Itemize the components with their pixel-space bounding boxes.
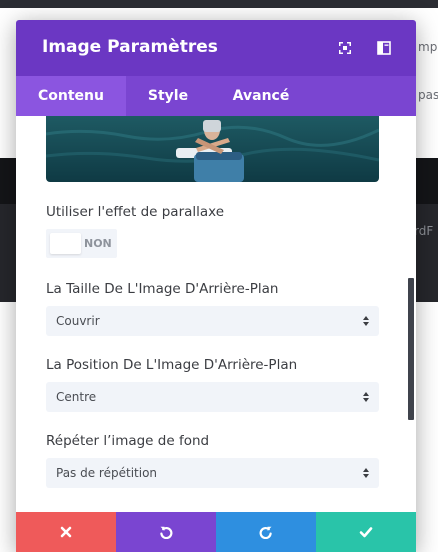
modal-tabs: Contenu Style Avancé <box>16 76 416 116</box>
background-text: mp <box>418 40 438 54</box>
cancel-button[interactable] <box>16 512 116 552</box>
modal-header: Image Paramètres <box>16 20 416 76</box>
split-view-icon[interactable] <box>375 39 393 57</box>
bg-size-select[interactable]: Couvrir <box>46 306 379 336</box>
modal-title: Image Paramètres <box>42 37 218 57</box>
select-value: Couvrir <box>56 314 100 328</box>
bg-size-label: La Taille De L'Image D'Arrière-Plan <box>46 281 279 297</box>
bg-repeat-select[interactable]: Pas de répétition <box>46 458 379 488</box>
bg-position-label: La Position De L'Image D'Arrière-Plan <box>46 357 298 373</box>
redo-button[interactable] <box>216 512 316 552</box>
image-settings-modal: Image Paramètres Contenu Style Avancé Ut… <box>16 20 416 552</box>
background-top-bar <box>0 0 438 8</box>
select-arrows-icon <box>363 316 369 326</box>
parallax-toggle[interactable]: NON <box>46 229 117 258</box>
undo-icon <box>160 526 173 539</box>
toggle-knob <box>50 233 81 254</box>
select-value: Centre <box>56 390 97 404</box>
save-button[interactable] <box>316 512 416 552</box>
check-icon <box>359 527 373 538</box>
tab-style[interactable]: Style <box>126 76 210 116</box>
background-image-preview <box>46 116 379 182</box>
undo-button[interactable] <box>116 512 216 552</box>
close-icon <box>60 526 72 538</box>
bg-position-select[interactable]: Centre <box>46 382 379 412</box>
parallax-label: Utiliser l'effet de parallaxe <box>46 204 225 220</box>
redo-icon <box>259 526 272 539</box>
modal-footer <box>16 512 416 552</box>
tab-avance[interactable]: Avancé <box>210 76 312 116</box>
modal-content: Utiliser l'effet de parallaxe NON La Tai… <box>16 116 416 512</box>
select-value: Pas de répétition <box>56 466 158 480</box>
toggle-state: NON <box>84 237 112 250</box>
tab-contenu[interactable]: Contenu <box>16 76 126 116</box>
expand-icon[interactable] <box>336 39 354 57</box>
select-arrows-icon <box>363 392 369 402</box>
background-text: rdF <box>414 224 434 238</box>
select-arrows-icon <box>363 468 369 478</box>
bg-repeat-label: Répéter l’image de fond <box>46 433 210 449</box>
background-text: pas <box>418 88 438 102</box>
scrollbar-thumb[interactable] <box>408 278 414 420</box>
